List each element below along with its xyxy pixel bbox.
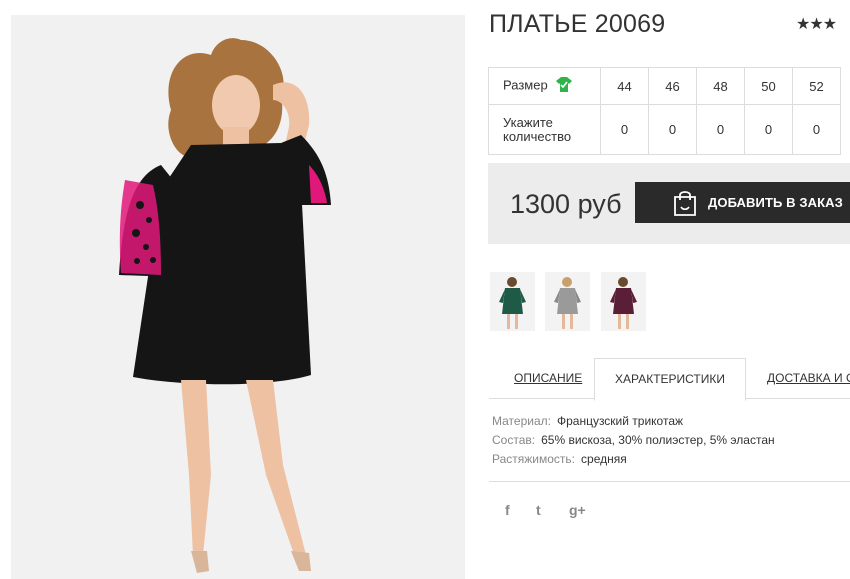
price: 1300 руб <box>510 189 622 219</box>
size-label: Размер <box>503 77 548 93</box>
tab-description[interactable]: ОПИСАНИЕ <box>514 358 582 398</box>
facebook-icon[interactable]: f <box>505 502 510 518</box>
quantity-label-line2: количество <box>503 128 572 144</box>
quantity-row: Укажите количество 0 0 0 0 0 <box>488 104 841 155</box>
quantity-field[interactable]: 0 <box>600 104 649 155</box>
add-to-order-label: ДОБАВИТЬ В ЗАКАЗ <box>708 195 843 210</box>
thumbnail-burgundy[interactable] <box>601 272 646 331</box>
quantity-field[interactable]: 0 <box>744 104 793 155</box>
size-option[interactable]: 44 <box>600 67 649 105</box>
divider <box>489 481 850 482</box>
size-option[interactable]: 52 <box>792 67 841 105</box>
product-main-photo[interactable] <box>11 15 465 579</box>
twitter-icon[interactable]: t <box>536 502 541 518</box>
quantity-field[interactable]: 0 <box>696 104 745 155</box>
spec-value: Французский трикотаж <box>556 414 684 428</box>
thumbnail-grey[interactable] <box>545 272 590 331</box>
spec-row: Состав: 65% вискоза, 30% полиэстер, 5% эл… <box>492 431 775 450</box>
size-quantity-table: Размер 44 46 48 50 52 Укажите количество … <box>488 67 841 155</box>
size-option[interactable]: 50 <box>744 67 793 105</box>
dress-model-image <box>11 15 465 579</box>
rating-stars[interactable]: ★★★ <box>796 14 837 34</box>
size-option[interactable]: 48 <box>696 67 745 105</box>
quantity-field[interactable]: 0 <box>648 104 697 155</box>
spec-key: Растяжимость: <box>492 452 576 466</box>
spec-row: Материал: Французский трикотаж <box>492 412 775 431</box>
quantity-field[interactable]: 0 <box>792 104 841 155</box>
size-option[interactable]: 46 <box>648 67 697 105</box>
add-to-order-button[interactable]: ДОБАВИТЬ В ЗАКАЗ <box>635 182 850 223</box>
size-row: Размер 44 46 48 50 52 <box>488 67 841 105</box>
specs-list: Материал: Французский трикотаж Состав: 65%… <box>492 412 775 469</box>
spec-key: Материал: <box>492 414 551 428</box>
google-plus-icon[interactable]: g+ <box>569 502 586 518</box>
product-title: ПЛАТЬЕ 20069 <box>489 10 666 38</box>
tab-delivery-payment[interactable]: ДОСТАВКА И ОП <box>767 358 850 398</box>
spec-key: Состав: <box>492 433 536 447</box>
quantity-label-line1: Укажите <box>503 114 553 130</box>
shopping-bag-icon <box>673 189 697 219</box>
quantity-label: Укажите количество <box>488 104 601 155</box>
size-label-cell: Размер <box>488 67 601 105</box>
shirt-icon[interactable] <box>556 77 573 95</box>
thumbnail-green[interactable] <box>490 272 535 331</box>
tab-characteristics[interactable]: ХАРАКТЕРИСТИКИ <box>594 358 746 401</box>
spec-row: Растяжимость: средняя <box>492 450 775 469</box>
spec-value: 65% вискоза, 30% полиэстер, 5% эластан <box>541 433 775 447</box>
product-tabs: ОПИСАНИЕ ХАРАКТЕРИСТИКИ ДОСТАВКА И ОП <box>489 358 850 401</box>
spec-value: средняя <box>581 452 627 466</box>
price-box: 1300 руб ДОБАВИТЬ В ЗАКАЗ <box>488 163 850 244</box>
